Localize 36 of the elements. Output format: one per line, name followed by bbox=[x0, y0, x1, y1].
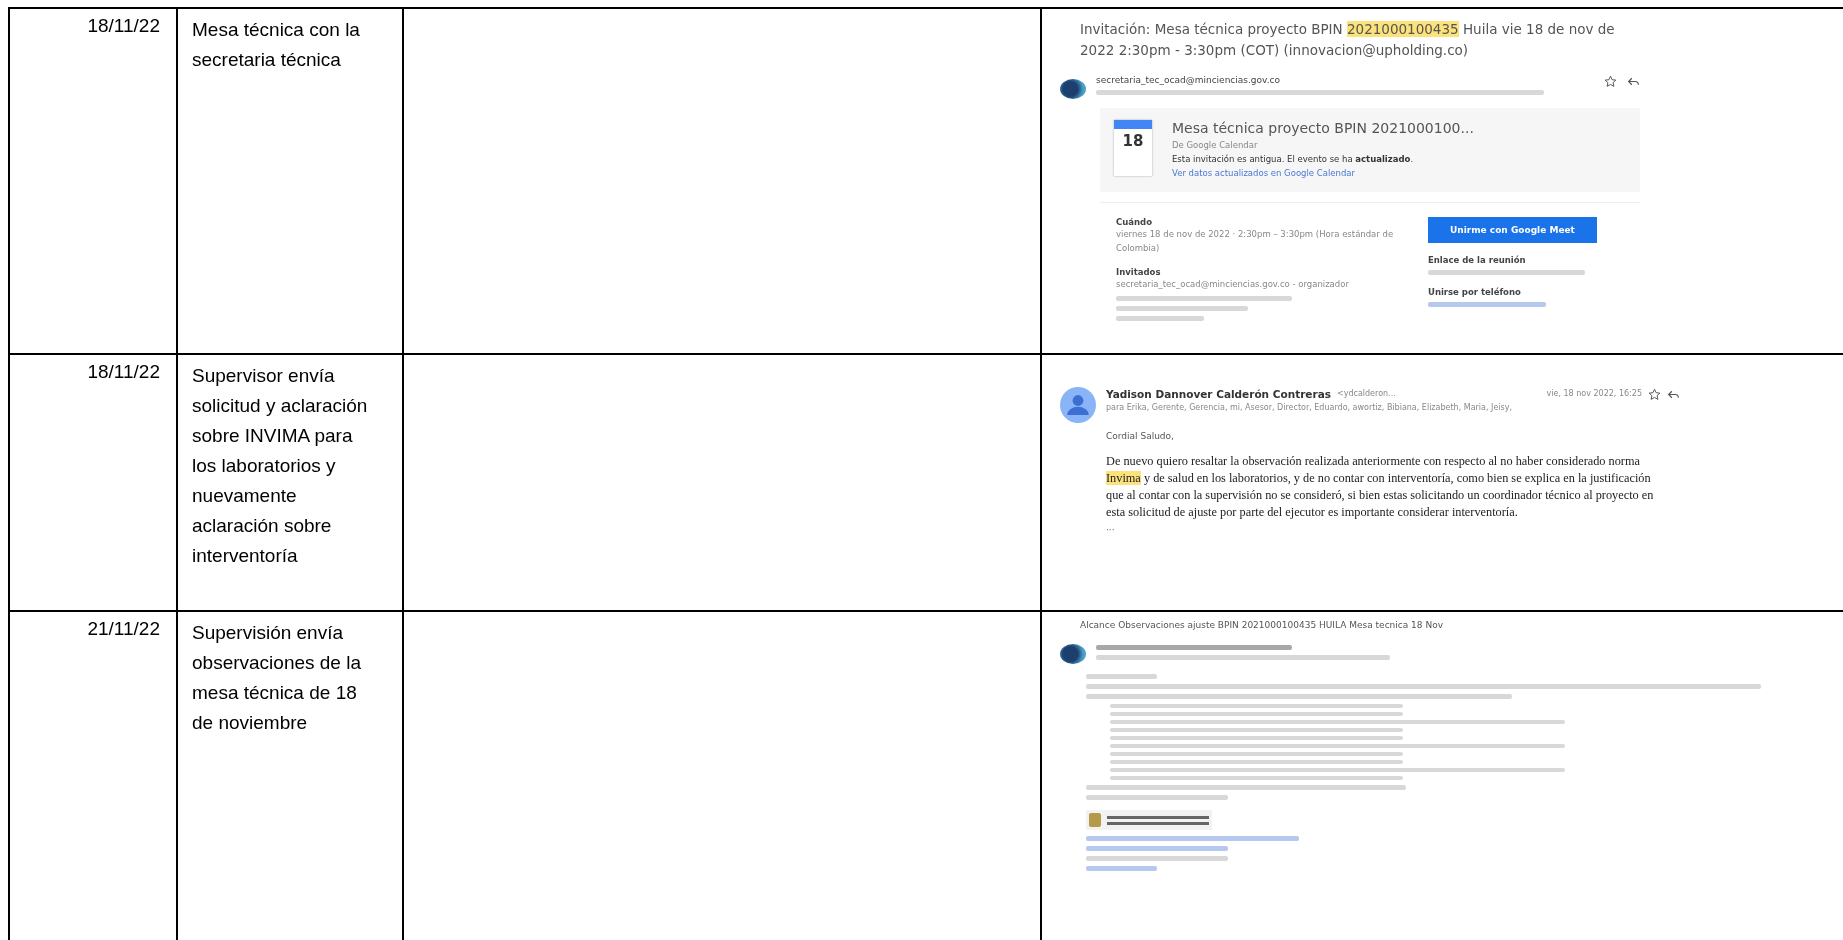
date-cell: 18/11/22 bbox=[10, 9, 178, 355]
star-icon[interactable] bbox=[1604, 75, 1617, 88]
email-body: De nuevo quiero resaltar la observación realizada anteriormente con respecto al no haber considerado norma Invima y de salud en los laboratorios, y de no contar con interventoría, como bien se explica en la justificación que al contar con la supervisión no se consideró, si bien estas solicitando un coordinador técnico al proyecto en esta solicitud de ajuste por parte del ejecutor es importante considerar interventoría. bbox=[1105, 453, 1655, 521]
sender-address: <ydcalderon... bbox=[1337, 388, 1396, 400]
calendar-date-badge: 18 bbox=[1114, 120, 1152, 176]
join-meet-button[interactable]: Unirme con Google Meet bbox=[1428, 217, 1597, 243]
date-cell: 21/11/22 bbox=[10, 612, 178, 940]
greeting-text: Cordial Saludo, bbox=[1105, 430, 1175, 443]
email-date: vie, 18 nov 2022, 16:25 bbox=[1546, 388, 1642, 400]
show-more-button[interactable]: ··· bbox=[1050, 521, 1690, 535]
signature-line bbox=[1086, 866, 1157, 871]
email-subject: Alcance Observaciones ajuste BPIN 2021000100435 HUILA Mesa tecnica 18 Nov bbox=[1079, 620, 1444, 632]
event-title: Mesa técnica proyecto BPIN 2021000100... bbox=[1172, 120, 1474, 136]
description-cell: Supervisor envía solicitud y aclaración sobre INVIMA para los laboratorios y nuevamente aclaración sobre interventoría bbox=[178, 355, 404, 612]
sender-address: secretaria_tec_ocad@minciencias.gov.co bbox=[1096, 75, 1281, 85]
sender-logo-icon bbox=[1060, 79, 1086, 99]
when-label: Cuándo bbox=[1116, 217, 1153, 227]
reply-icon[interactable] bbox=[1627, 75, 1640, 88]
recipients-line: para Erika, Gerente, Gerencia, mi, Asesor, Director, Eduardo, awortiz, Bibiana, Elizabeth, Maria, Jeisy, bbox=[1106, 402, 1513, 414]
text-line bbox=[1086, 674, 1157, 679]
sender-name: Yadison Dannover Calderón Contreras bbox=[1106, 388, 1331, 400]
email-subject: Invitación: Mesa técnica proyecto BPIN 2021000100435 Huila vie 18 de nov de 2022 2:30pm - 3:30pm (COT) (innovacion@upholding.co) bbox=[1079, 20, 1616, 60]
phone-label: Unirse por teléfono bbox=[1428, 287, 1522, 297]
guest-entry: secretaria_tec_ocad@minciencias.gov.co - organizador bbox=[1116, 278, 1350, 291]
description-cell: Mesa técnica con la secretaria técnica bbox=[178, 9, 404, 355]
calendar-link[interactable]: Ver datos actualizados en Google Calendar bbox=[1172, 166, 1474, 180]
sender-logo-icon bbox=[1060, 644, 1086, 664]
meeting-link-label: Enlace de la reunión bbox=[1428, 255, 1527, 265]
date-cell: 18/11/22 bbox=[10, 355, 178, 612]
description-cell: Supervisión envía observaciones de la mesa técnica de 18 de noviembre bbox=[178, 612, 404, 940]
event-source: De Google Calendar bbox=[1172, 139, 1259, 152]
star-icon[interactable] bbox=[1648, 387, 1661, 401]
event-notice: Esta invitación es antigua. El evento se ha actualizado. bbox=[1172, 153, 1415, 166]
event-time: viernes 18 de nov de 2022 · 2:30pm – 3:30pm (Hora estándar de Colombia) bbox=[1116, 228, 1395, 255]
guests-label: Invitados bbox=[1116, 267, 1162, 277]
avatar-icon bbox=[1060, 387, 1096, 423]
